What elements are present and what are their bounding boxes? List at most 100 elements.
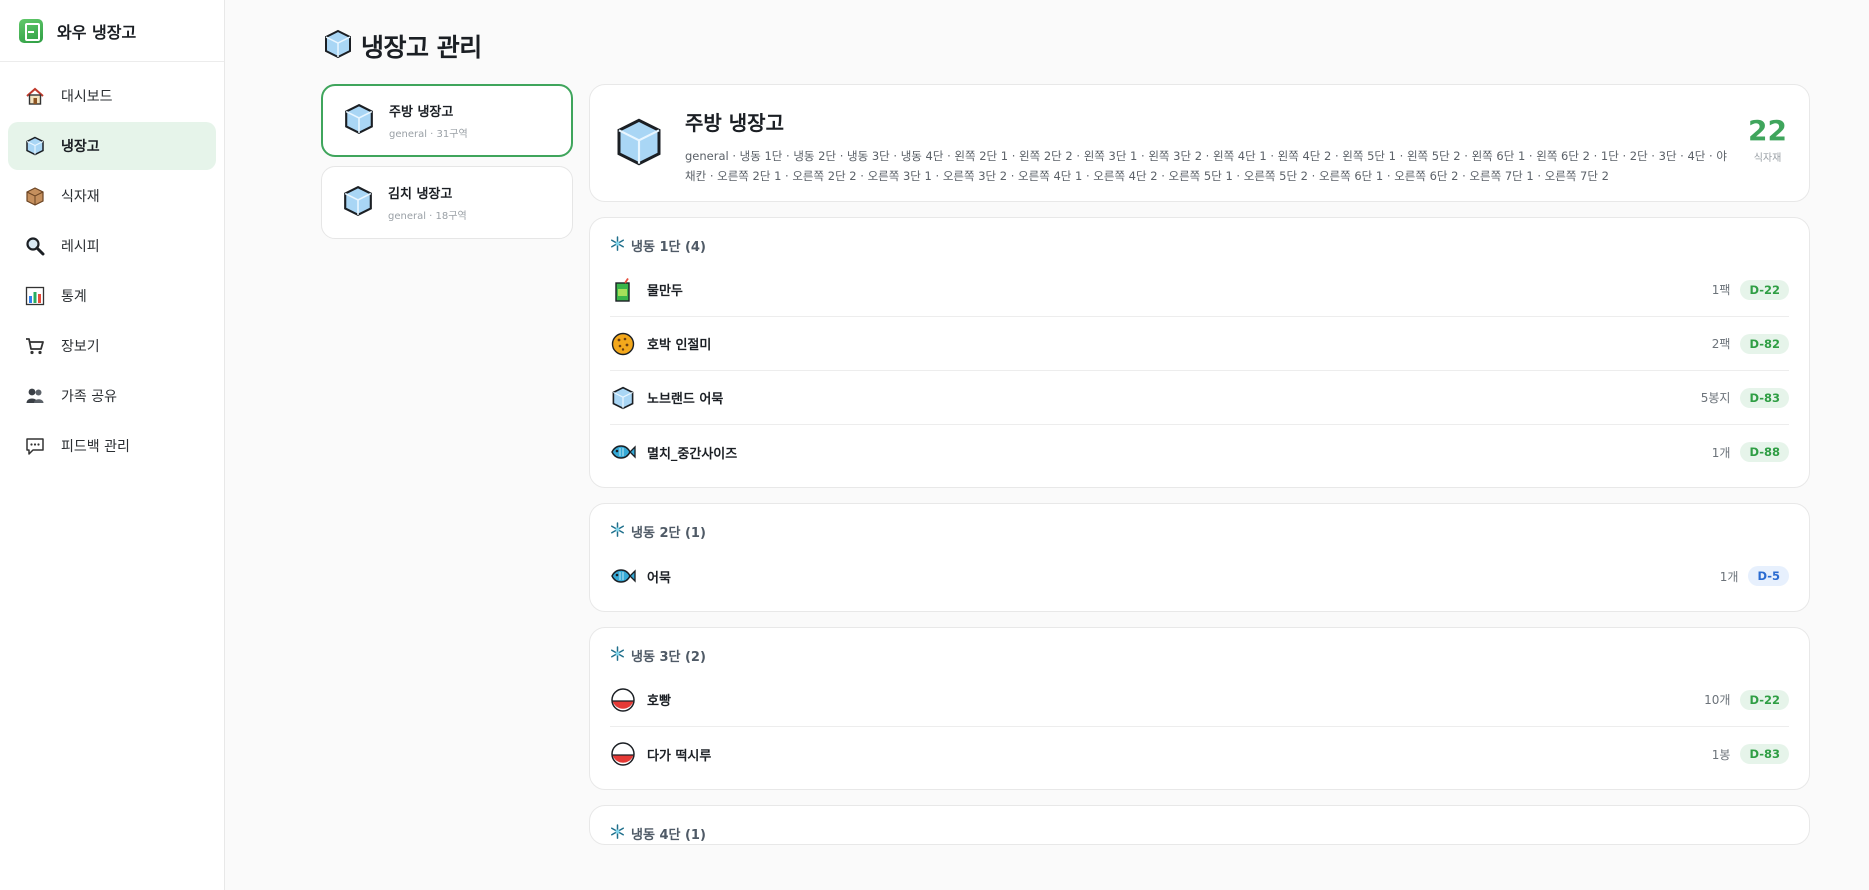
- main-nav: 대시보드 냉장고 식자재 레시피 통계 장보기 가족 공유 피드백 관리: [0, 62, 224, 482]
- zone-list: general · 냉동 1단 · 냉동 2단 · 냉동 3단 · 냉동 4단 …: [685, 149, 1727, 183]
- sidebar-item-ingredients[interactable]: 식자재: [8, 172, 216, 220]
- zone-section: 냉동 4단 (1): [589, 805, 1810, 845]
- ingredient-name: 다가 떡시루: [647, 748, 712, 764]
- snowflake-icon: [610, 522, 625, 541]
- page-header: 냉장고 관리: [323, 28, 482, 64]
- sidebar-item-label: 장보기: [61, 339, 100, 355]
- expiry-badge: D-82: [1740, 333, 1789, 354]
- bar-chart-icon: [24, 285, 46, 307]
- ingredient-row[interactable]: 멸치_중간사이즈 1개 D-88: [610, 425, 1789, 479]
- ingredient-row[interactable]: 다가 떡시루 1봉 D-83: [610, 727, 1789, 781]
- sidebar-item-feedback[interactable]: 피드백 관리: [8, 422, 216, 470]
- ingredient-qty: 5봉지: [1700, 391, 1731, 405]
- box-icon: [24, 185, 46, 207]
- ingredient-row[interactable]: 어묵 1개 D-5: [610, 549, 1789, 603]
- fridge-card-kimchi[interactable]: 김치 냉장고 general · 18구역: [321, 166, 573, 239]
- ingredient-qty: 2팩: [1711, 337, 1731, 351]
- ice-cube-icon: [614, 117, 664, 201]
- selected-fridge-name: 주방 냉장고: [685, 111, 784, 135]
- fridge-detail: 주방 냉장고 general · 냉동 1단 · 냉동 2단 · 냉동 3단 ·…: [589, 84, 1810, 845]
- sidebar-item-label: 대시보드: [61, 89, 113, 105]
- zone-section-header: 냉동 1단 (4): [610, 236, 1789, 255]
- expiry-badge: D-83: [1740, 744, 1789, 764]
- ice-cube-icon: [24, 135, 46, 157]
- sidebar-item-label: 레시피: [61, 239, 100, 255]
- ice-cube-icon: [342, 185, 374, 221]
- ingredient-name: 멸치_중간사이즈: [647, 446, 738, 462]
- ingredient-row[interactable]: 호박 인절미 2팩 D-82: [610, 317, 1789, 371]
- zone-section-header: 냉동 4단 (1): [610, 824, 1789, 843]
- fish-icon: [610, 439, 636, 465]
- sidebar: 와우 냉장고 대시보드 냉장고 식자재 레시피 통계 장보기 가족 공유 피드백…: [0, 0, 225, 890]
- rice-cake-icon: [610, 741, 636, 767]
- ingredient-name: 어묵: [647, 570, 671, 586]
- app-name: 와우 냉장고: [57, 22, 137, 42]
- sidebar-item-label: 피드백 관리: [61, 439, 130, 455]
- zone-section-title: 냉동 2단 (1): [631, 526, 706, 541]
- sidebar-item-fridge[interactable]: 냉장고: [8, 122, 216, 170]
- brand[interactable]: 와우 냉장고: [0, 0, 224, 62]
- expiry-badge: D-5: [1748, 566, 1789, 586]
- ice-cube-icon: [343, 103, 375, 139]
- ingredient-count-value: 22: [1748, 114, 1787, 147]
- ingredient-row[interactable]: 호빵 10개 D-22: [610, 673, 1789, 727]
- ingredient-name: 호박 인절미: [647, 338, 712, 353]
- fridge-card-text: 김치 냉장고 general · 18구역: [388, 183, 467, 222]
- ingredient-qty: 1봉: [1711, 747, 1731, 762]
- cookie-icon: [610, 331, 636, 357]
- fridge-summary-card: 주방 냉장고 general · 냉동 1단 · 냉동 2단 · 냉동 3단 ·…: [589, 84, 1810, 202]
- page-title: 냉장고 관리: [361, 33, 482, 62]
- ingredient-name: 호빵: [647, 694, 671, 709]
- zone-section-header: 냉동 3단 (2): [610, 646, 1789, 665]
- zone-section: 냉동 3단 (2) 호빵 10개 D-22 다가 떡시루 1봉 D-83: [589, 627, 1810, 790]
- ingredient-count-label: 식자재: [1753, 153, 1782, 164]
- zone-section: 냉동 1단 (4) 물만두 1팩 D-22 호박 인절미 2팩 D-82 노브랜…: [589, 217, 1810, 488]
- expiry-badge: D-22: [1740, 689, 1789, 710]
- juice-box-icon: [610, 277, 636, 303]
- sidebar-item-stats[interactable]: 통계: [8, 272, 216, 320]
- ice-cube-icon: [323, 29, 353, 63]
- ice-cube-icon: [610, 385, 636, 411]
- sidebar-item-label: 가족 공유: [61, 389, 117, 405]
- fridge-name: 김치 냉장고: [388, 187, 453, 202]
- ingredient-row[interactable]: 물만두 1팩 D-22: [610, 263, 1789, 317]
- snowflake-icon: [610, 236, 625, 255]
- speech-bubble-icon: [24, 435, 46, 457]
- fridge-name: 주방 냉장고: [389, 105, 454, 120]
- ingredient-count: 22 식자재: [1748, 114, 1787, 165]
- magnifier-icon: [24, 235, 46, 257]
- sidebar-item-family[interactable]: 가족 공유: [8, 372, 216, 420]
- fridge-summary-text: 주방 냉장고 general · 냉동 1단 · 냉동 2단 · 냉동 3단 ·…: [685, 107, 1735, 201]
- zone-section: 냉동 2단 (1) 어묵 1개 D-5: [589, 503, 1810, 612]
- ingredient-row[interactable]: 노브랜드 어묵 5봉지 D-83: [610, 371, 1789, 425]
- sidebar-item-dashboard[interactable]: 대시보드: [8, 72, 216, 120]
- fish-icon: [610, 563, 636, 589]
- zone-section-header: 냉동 2단 (1): [610, 522, 1789, 541]
- zone-section-title: 냉동 4단 (1): [631, 828, 706, 843]
- expiry-badge: D-83: [1740, 387, 1789, 408]
- fridge-list: 주방 냉장고 general · 31구역 김치 냉장고 general · 1…: [321, 84, 573, 248]
- ingredient-name: 물만두: [647, 284, 683, 299]
- fridge-card-kitchen[interactable]: 주방 냉장고 general · 31구역: [321, 84, 573, 157]
- ingredient-qty: 1팩: [1711, 283, 1731, 297]
- fridge-logo-icon: [19, 18, 43, 43]
- fridge-card-text: 주방 냉장고 general · 31구역: [389, 101, 468, 140]
- zone-section-title: 냉동 1단 (4): [631, 240, 706, 255]
- ingredient-name: 노브랜드 어묵: [647, 392, 724, 407]
- people-icon: [24, 385, 46, 407]
- sidebar-item-recipes[interactable]: 레시피: [8, 222, 216, 270]
- expiry-badge: D-22: [1740, 279, 1789, 300]
- ingredient-qty: 10개: [1704, 693, 1731, 707]
- fridge-meta: general · 18구역: [388, 211, 467, 222]
- rice-cake-icon: [610, 687, 636, 713]
- ingredient-qty: 1개: [1711, 445, 1731, 460]
- cart-icon: [24, 335, 46, 357]
- zone-section-title: 냉동 3단 (2): [631, 650, 706, 665]
- sidebar-item-shopping[interactable]: 장보기: [8, 322, 216, 370]
- sidebar-item-label: 통계: [61, 289, 87, 305]
- sidebar-item-label: 식자재: [61, 189, 100, 205]
- sidebar-item-label: 냉장고: [61, 139, 100, 155]
- snowflake-icon: [610, 824, 625, 843]
- house-icon: [24, 85, 46, 107]
- ingredient-qty: 1개: [1719, 569, 1739, 584]
